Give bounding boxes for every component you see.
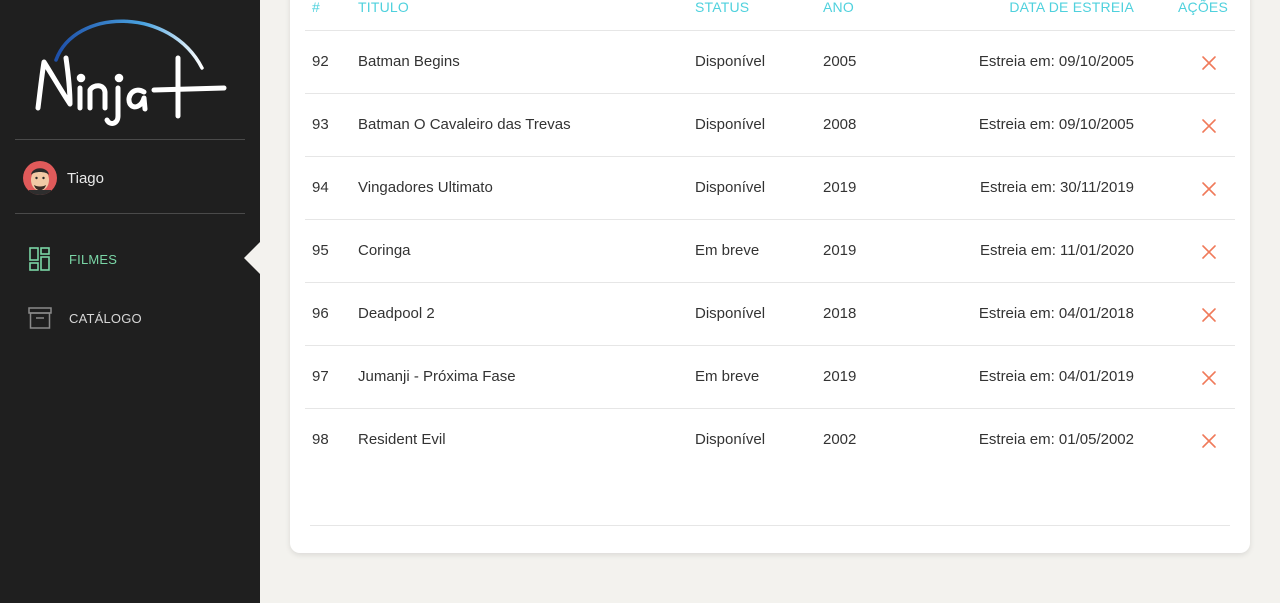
- column-header-title[interactable]: TITULO: [358, 0, 409, 15]
- table-row[interactable]: 94 Vingadores Ultimato Disponível 2019 E…: [305, 157, 1235, 220]
- movie-id: 94: [312, 179, 329, 196]
- table-row[interactable]: 95 Coringa Em breve 2019 Estreia em: 11/…: [305, 220, 1235, 283]
- sidebar-divider: [15, 139, 245, 140]
- avatar: [23, 161, 57, 195]
- movie-release-date: Estreia em: 09/10/2005: [978, 116, 1134, 133]
- column-header-number[interactable]: #: [312, 0, 320, 15]
- movie-title: Vingadores Ultimato: [358, 179, 493, 196]
- movie-id: 97: [312, 368, 329, 385]
- movie-title: Jumanji - Próxima Fase: [358, 368, 516, 385]
- movie-status: Disponível: [695, 53, 766, 70]
- movie-status: Em breve: [695, 368, 760, 385]
- movie-id: 96: [312, 305, 329, 322]
- user-profile[interactable]: Tiago: [23, 161, 104, 195]
- movie-title: Batman O Cavaleiro das Trevas: [358, 116, 571, 133]
- sidebar: Tiago FILMES CATÁLOGO: [0, 0, 260, 603]
- movie-release-date: Estreia em: 11/01/2020: [980, 242, 1134, 259]
- movie-status: Disponível: [695, 305, 766, 322]
- movie-release-date: Estreia em: 01/05/2002: [978, 431, 1134, 448]
- movie-status: Disponível: [695, 431, 766, 448]
- dashboard-icon: [28, 246, 52, 272]
- user-name: Tiago: [67, 169, 104, 187]
- delete-icon[interactable]: [1201, 433, 1217, 449]
- movie-year: 2019: [823, 242, 857, 259]
- column-header-year[interactable]: ANO: [823, 0, 854, 15]
- movie-id: 92: [312, 53, 329, 70]
- movie-status: Disponível: [695, 116, 766, 133]
- table-row[interactable]: 93 Batman O Cavaleiro das Trevas Disponí…: [305, 94, 1235, 157]
- movie-year: 2019: [823, 368, 857, 385]
- ninja-plus-logo[interactable]: [30, 12, 230, 130]
- table-row[interactable]: 96 Deadpool 2 Disponível 2018 Estreia em…: [305, 283, 1235, 346]
- movie-year: 2018: [823, 305, 857, 322]
- delete-icon[interactable]: [1201, 244, 1217, 260]
- movie-year: 2005: [823, 53, 857, 70]
- column-header-actions: AÇÕES: [1177, 0, 1228, 15]
- movie-year: 2008: [823, 116, 857, 133]
- movie-id: 93: [312, 116, 329, 133]
- movie-release-date: Estreia em: 09/10/2005: [978, 53, 1134, 70]
- sidebar-item-label: CATÁLOGO: [69, 310, 142, 326]
- movie-year: 2019: [823, 179, 857, 196]
- movie-release-date: Estreia em: 30/11/2019: [980, 179, 1134, 196]
- movie-title: Coringa: [358, 242, 411, 259]
- movie-release-date: Estreia em: 04/01/2018: [978, 305, 1134, 322]
- movie-id: 95: [312, 242, 329, 259]
- archive-icon: [28, 305, 52, 331]
- delete-icon[interactable]: [1201, 307, 1217, 323]
- movie-status: Em breve: [695, 242, 760, 259]
- active-nav-indicator: [244, 242, 260, 274]
- column-header-status[interactable]: STATUS: [695, 0, 749, 15]
- movie-title: Resident Evil: [358, 431, 446, 448]
- movie-title: Batman Begins: [358, 53, 460, 70]
- movie-release-date: Estreia em: 04/01/2019: [978, 368, 1134, 385]
- sidebar-item-label: FILMES: [69, 251, 118, 267]
- movie-title: Deadpool 2: [358, 305, 435, 322]
- table-row[interactable]: 92 Batman Begins Disponível 2005 Estreia…: [305, 31, 1235, 94]
- delete-icon[interactable]: [1201, 370, 1217, 386]
- column-header-release-date[interactable]: DATA DE ESTREIA: [1009, 0, 1134, 15]
- delete-icon[interactable]: [1201, 55, 1217, 71]
- movie-id: 98: [312, 431, 329, 448]
- delete-icon[interactable]: [1201, 118, 1217, 134]
- sidebar-item-filmes[interactable]: FILMES: [28, 246, 117, 272]
- table-row[interactable]: 98 Resident Evil Disponível 2002 Estreia…: [305, 409, 1235, 472]
- table-footer-divider: [310, 525, 1230, 526]
- movie-status: Disponível: [695, 179, 766, 196]
- table-row[interactable]: 97 Jumanji - Próxima Fase Em breve 2019 …: [305, 346, 1235, 409]
- movie-year: 2002: [823, 431, 857, 448]
- delete-icon[interactable]: [1201, 181, 1217, 197]
- sidebar-item-catalogo[interactable]: CATÁLOGO: [28, 305, 142, 331]
- sidebar-divider: [15, 213, 245, 214]
